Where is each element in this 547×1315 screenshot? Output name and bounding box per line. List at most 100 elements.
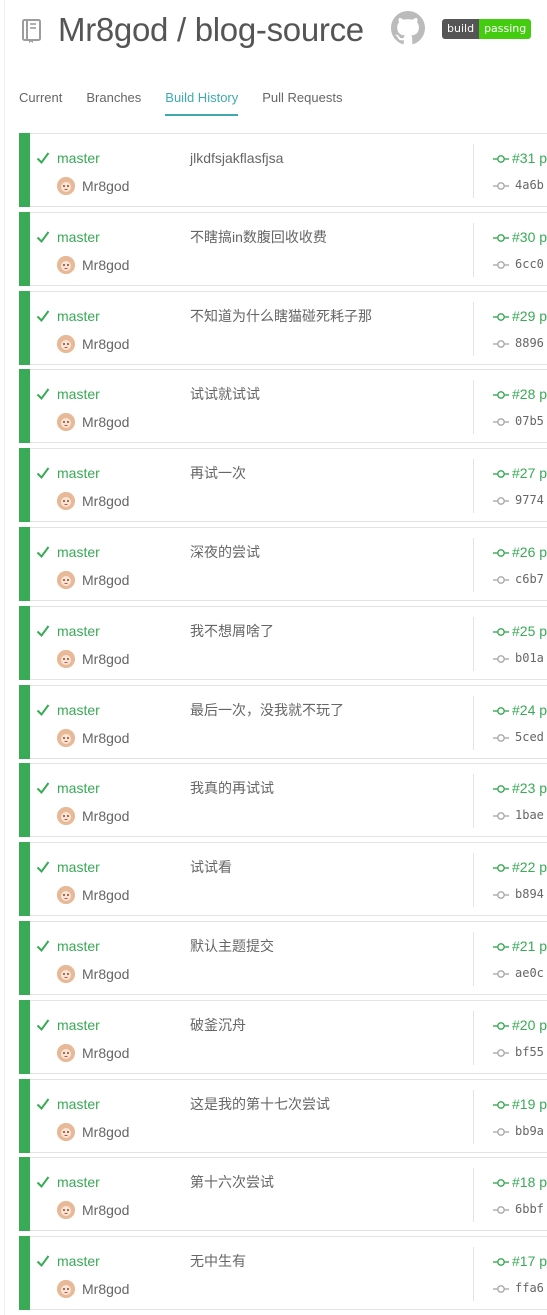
build-branch[interactable]: master [57, 464, 100, 482]
build-row[interactable]: master Mr8god 不知道为什么瞎猫碰死耗子那 #29 p 8896 [19, 291, 547, 365]
build-row[interactable]: master Mr8god 最后一次，没我就不玩了 #24 p 5ced [19, 685, 547, 759]
build-number[interactable]: #17 p [512, 1252, 547, 1270]
commit-sha[interactable]: ffa6 [515, 1279, 544, 1297]
tab-current[interactable]: Current [19, 88, 62, 116]
build-branch[interactable]: master [57, 622, 100, 640]
commit-sha[interactable]: 07b5 [515, 412, 544, 430]
build-commit-message[interactable]: 不知道为什么瞎猫碰死耗子那 [190, 307, 372, 325]
build-commit-message[interactable]: 无中生有 [190, 1252, 246, 1270]
commit-sha[interactable]: bb9a [515, 1122, 544, 1140]
build-row[interactable]: master Mr8god 无中生有 #17 p ffa6 [19, 1236, 547, 1310]
build-number[interactable]: #24 p [512, 701, 547, 719]
build-row[interactable]: master Mr8god 我不想屑啥了 #25 p b01a [19, 606, 547, 680]
build-number[interactable]: #18 p [512, 1173, 547, 1191]
commit-icon [493, 891, 509, 899]
commit-sha[interactable]: c6b7 [515, 570, 544, 588]
build-commit-message[interactable]: 试试看 [190, 858, 232, 876]
commit-sha[interactable]: 6cc0 [515, 255, 544, 273]
build-row[interactable]: master Mr8god 我真的再试试 #23 p 1bae [19, 763, 547, 837]
build-number[interactable]: #25 p [512, 622, 547, 640]
build-branch[interactable]: master [57, 307, 100, 325]
build-number[interactable]: #27 p [512, 464, 547, 482]
row-divider [473, 853, 474, 907]
build-number[interactable]: #23 p [512, 779, 547, 797]
build-branch[interactable]: master [57, 937, 100, 955]
build-number[interactable]: #20 p [512, 1016, 547, 1034]
build-number[interactable]: #29 p [512, 307, 547, 325]
tab-branches[interactable]: Branches [86, 88, 141, 116]
build-row[interactable]: master Mr8god 再试一次 #27 p 9774 [19, 448, 547, 522]
commit-sha[interactable]: 9774 [515, 491, 544, 509]
commit-sha[interactable]: 4a6b [515, 176, 544, 194]
build-branch[interactable]: master [57, 858, 100, 876]
build-branch[interactable]: master [57, 1095, 100, 1113]
build-branch[interactable]: master [57, 543, 100, 561]
build-commit-message[interactable]: 第十六次尝试 [190, 1173, 274, 1191]
tab-build-history[interactable]: Build History [165, 88, 239, 116]
build-author: Mr8god [82, 1045, 130, 1061]
tab-pull-requests[interactable]: Pull Requests [262, 88, 342, 116]
build-number[interactable]: #19 p [512, 1095, 547, 1113]
build-commit-message[interactable]: 默认主题提交 [190, 937, 274, 955]
repo-title[interactable]: Mr8god / blog-source [58, 8, 364, 52]
build-number-icon [493, 313, 509, 321]
build-branch[interactable]: master [57, 1252, 100, 1270]
build-branch[interactable]: master [57, 1173, 100, 1191]
build-row[interactable]: master Mr8god 第十六次尝试 #18 p 6bbf [19, 1157, 547, 1231]
build-branch[interactable]: master [57, 779, 100, 797]
build-branch[interactable]: master [57, 701, 100, 719]
build-commit-message[interactable]: 深夜的尝试 [190, 543, 260, 561]
build-number[interactable]: #28 p [512, 385, 547, 403]
build-status-bar [19, 133, 30, 207]
build-number[interactable]: #21 p [512, 937, 547, 955]
build-row[interactable]: master Mr8god 试试看 #22 p b894 [19, 842, 547, 916]
repo-icon [22, 19, 41, 43]
build-status-bar [19, 448, 30, 522]
commit-icon [493, 734, 509, 742]
build-row[interactable]: master Mr8god 默认主题提交 #21 p ae0c [19, 921, 547, 995]
commit-icon [493, 1285, 509, 1293]
commit-sha[interactable]: 1bae [515, 806, 544, 824]
commit-sha[interactable]: b01a [515, 649, 544, 667]
build-commit-message[interactable]: 再试一次 [190, 464, 246, 482]
row-divider [473, 223, 474, 277]
build-commit-message[interactable]: 不瞎搞in数腹回收收费 [190, 228, 327, 246]
build-branch[interactable]: master [57, 385, 100, 403]
commit-icon [493, 1049, 509, 1057]
build-commit-message[interactable]: 试试就试试 [190, 385, 260, 403]
build-commit-message[interactable]: 我不想屑啥了 [190, 622, 274, 640]
avatar [57, 650, 75, 668]
build-commit-message[interactable]: jlkdfsjakflasfjsa [190, 149, 283, 167]
build-row[interactable]: master Mr8god 不瞎搞in数腹回收收费 #30 p 6cc0 [19, 212, 547, 286]
build-row[interactable]: master Mr8god 深夜的尝试 #26 p c6b7 [19, 527, 547, 601]
build-row[interactable]: master Mr8god jlkdfsjakflasfjsa #31 p 4a6b [19, 133, 547, 207]
build-branch[interactable]: master [57, 149, 100, 167]
build-row[interactable]: master Mr8god 破釜沉舟 #20 p bf55 [19, 1000, 547, 1074]
commit-icon [493, 182, 509, 190]
build-branch[interactable]: master [57, 228, 100, 246]
github-icon[interactable] [391, 11, 425, 45]
build-number[interactable]: #31 p [512, 149, 547, 167]
commit-sha[interactable]: ae0c [515, 964, 544, 982]
build-number[interactable]: #22 p [512, 858, 547, 876]
build-number[interactable]: #26 p [512, 543, 547, 561]
commit-sha[interactable]: b894 [515, 885, 544, 903]
build-branch[interactable]: master [57, 1016, 100, 1034]
avatar [57, 965, 75, 983]
commit-sha[interactable]: 6bbf [515, 1200, 544, 1218]
build-commit-message[interactable]: 这是我的第十七次尝试 [190, 1095, 330, 1113]
build-commit-message[interactable]: 我真的再试试 [190, 779, 274, 797]
build-commit-message[interactable]: 最后一次，没我就不玩了 [190, 701, 344, 719]
commit-sha[interactable]: bf55 [515, 1043, 544, 1061]
build-row[interactable]: master Mr8god 试试就试试 #28 p 07b5 [19, 369, 547, 443]
avatar [57, 729, 75, 747]
build-commit-message[interactable]: 破釜沉舟 [190, 1016, 246, 1034]
build-status-badge[interactable]: build passing [442, 19, 532, 39]
check-icon [36, 704, 50, 717]
commit-sha[interactable]: 5ced [515, 728, 544, 746]
build-number[interactable]: #30 p [512, 228, 547, 246]
commit-sha[interactable]: 8896 [515, 334, 544, 352]
build-status-bar [19, 842, 30, 916]
build-row[interactable]: master Mr8god 这是我的第十七次尝试 #19 p bb9a [19, 1079, 547, 1153]
build-number-icon [493, 1022, 509, 1030]
